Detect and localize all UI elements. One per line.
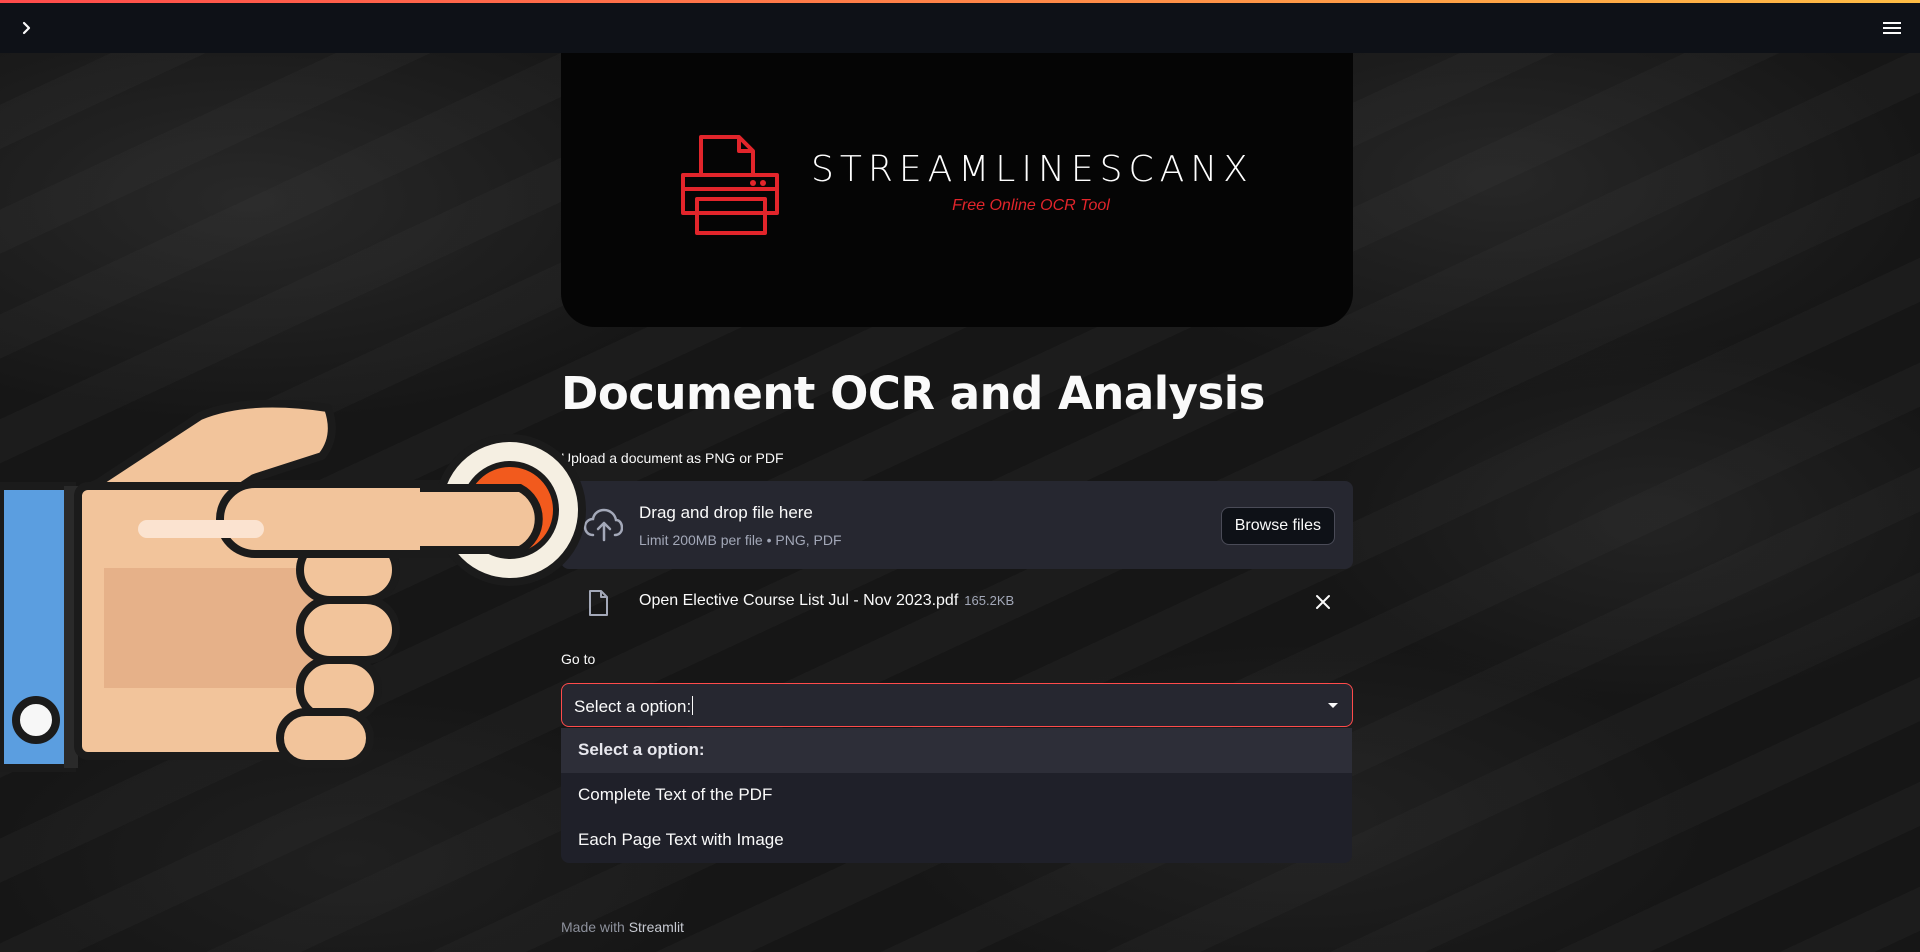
dropdown-option-label: Complete Text of the PDF xyxy=(578,785,773,804)
goto-select[interactable]: Select a option: xyxy=(561,683,1353,727)
file-name-text: Open Elective Course List Jul - Nov 2023… xyxy=(639,592,959,609)
dropzone-title: Drag and drop file here xyxy=(639,503,813,522)
dropdown-option-label: Each Page Text with Image xyxy=(578,830,784,849)
brand-tagline: Free Online OCR Tool xyxy=(952,197,1110,214)
close-icon xyxy=(1316,595,1330,609)
main-menu-button[interactable] xyxy=(1878,15,1906,41)
printer-icon xyxy=(681,135,779,235)
file-dropzone[interactable]: Drag and drop file here Limit 200MB per … xyxy=(561,481,1353,569)
text-caret xyxy=(692,696,694,715)
footer: Made with Streamlit xyxy=(561,919,684,935)
dropzone-limit: Limit 200MB per file • PNG, PDF xyxy=(639,532,842,548)
streamlit-link[interactable]: Streamlit xyxy=(629,919,684,935)
remove-file-button[interactable] xyxy=(1311,590,1335,614)
uploaded-file-name: Open Elective Course List Jul - Nov 2023… xyxy=(639,592,1014,610)
brand-name: STREAMLINESCANX xyxy=(811,149,1254,190)
logo-banner: STREAMLINESCANX Free Online OCR Tool xyxy=(561,53,1353,327)
chevron-right-icon xyxy=(22,21,31,35)
sidebar-toggle-button[interactable] xyxy=(14,15,40,41)
hamburger-menu-icon xyxy=(1883,22,1901,34)
browse-files-button[interactable]: Browse files xyxy=(1220,507,1335,545)
uploaded-file-row: Open Elective Course List Jul - Nov 2023… xyxy=(561,584,1353,620)
footer-prefix: Made with xyxy=(561,919,625,935)
select-dropdown-menu: Select a option: Complete Text of the PD… xyxy=(561,728,1352,863)
dropdown-option[interactable]: Select a option: xyxy=(561,728,1352,773)
pointing-hand-icon xyxy=(0,400,586,772)
app-header xyxy=(0,3,1920,53)
page-title: Document OCR and Analysis xyxy=(561,367,1265,420)
chevron-down-icon[interactable] xyxy=(1326,698,1340,712)
file-size: 165.2KB xyxy=(964,593,1015,608)
dropdown-option[interactable]: Complete Text of the PDF xyxy=(561,773,1352,818)
dropdown-option[interactable]: Each Page Text with Image xyxy=(561,818,1352,863)
